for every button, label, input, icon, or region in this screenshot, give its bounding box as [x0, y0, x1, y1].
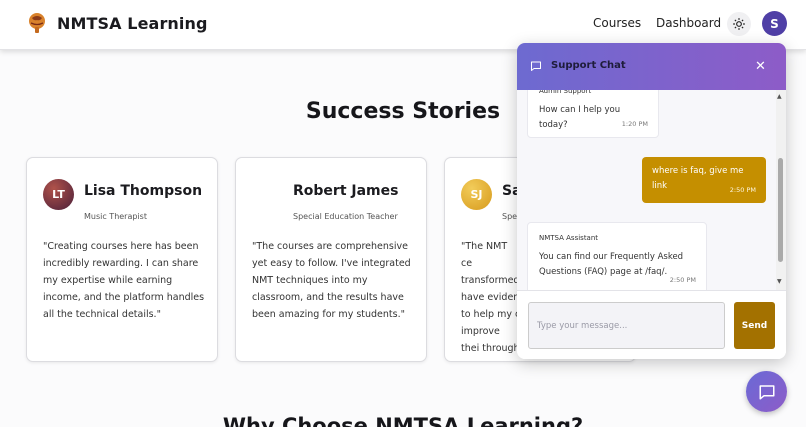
message-sender: NMTSA Assistant [539, 234, 599, 242]
chat-message-input[interactable] [528, 302, 725, 349]
brand[interactable]: NMTSA Learning [28, 12, 208, 34]
settings-button[interactable] [727, 12, 751, 36]
message-time: 2:50 PM [669, 276, 696, 284]
testimonial-name: Lisa Thompson [84, 183, 203, 199]
user-avatar[interactable]: S [762, 11, 787, 36]
chat-message: NMTSA Assistant You can find our Frequen… [527, 222, 707, 290]
testimonial-role: Music Therapist [84, 212, 147, 221]
message-time: 1:20 PM [621, 120, 648, 128]
support-chat-window: Support Chat ✕ Admin Support How can I h… [517, 43, 786, 359]
testimonial-quote: "The NMT ce transformed have eviden to h… [461, 241, 520, 361]
testimonial-role: Spe [502, 212, 518, 221]
testimonial-role: Special Education Teacher [293, 212, 398, 221]
chat-toggle-button[interactable] [746, 371, 787, 412]
close-icon[interactable]: ✕ [755, 59, 766, 74]
chat-header: Support Chat ✕ [517, 43, 786, 90]
chat-bubble-icon [759, 384, 774, 399]
message-sender: Admin Support [539, 90, 592, 95]
chat-messages[interactable]: Admin Support How can I help you today? … [517, 90, 786, 290]
chat-title: Support Chat [551, 60, 626, 71]
chat-footer: Send [517, 290, 786, 359]
message-time: 2:50 PM [729, 186, 756, 194]
chat-message: where is faq, give me link 2:50 PM [642, 157, 766, 203]
nav-link-dashboard[interactable]: Dashboard [656, 16, 721, 30]
scroll-down-icon[interactable]: ▼ [777, 278, 782, 285]
avatar: SJ [461, 179, 492, 210]
chat-bubble-icon [531, 61, 541, 71]
scroll-thumb[interactable] [778, 158, 783, 262]
testimonial-name: Robert James [293, 183, 399, 199]
why-choose-title: Why Choose NMTSA Learning? [222, 414, 584, 427]
scroll-up-icon[interactable]: ▲ [777, 93, 782, 100]
testimonial-quote: "The courses are comprehensive yet easy … [252, 241, 411, 320]
testimonial-quote: "Creating courses here has been incredib… [43, 241, 205, 320]
testimonial-card: LT Lisa Thompson Music Therapist "Creati… [26, 157, 218, 362]
send-button[interactable]: Send [734, 302, 775, 349]
chat-scrollbar[interactable]: ▲ ▼ [776, 90, 786, 290]
chat-message: Admin Support How can I help you today? … [527, 90, 659, 138]
testimonial-card: Robert James Special Education Teacher "… [235, 157, 427, 362]
nav-link-courses[interactable]: Courses [593, 16, 641, 30]
avatar: LT [43, 179, 74, 210]
brain-icon [29, 13, 45, 33]
brand-name: NMTSA Learning [57, 13, 208, 33]
gear-icon [733, 18, 745, 30]
